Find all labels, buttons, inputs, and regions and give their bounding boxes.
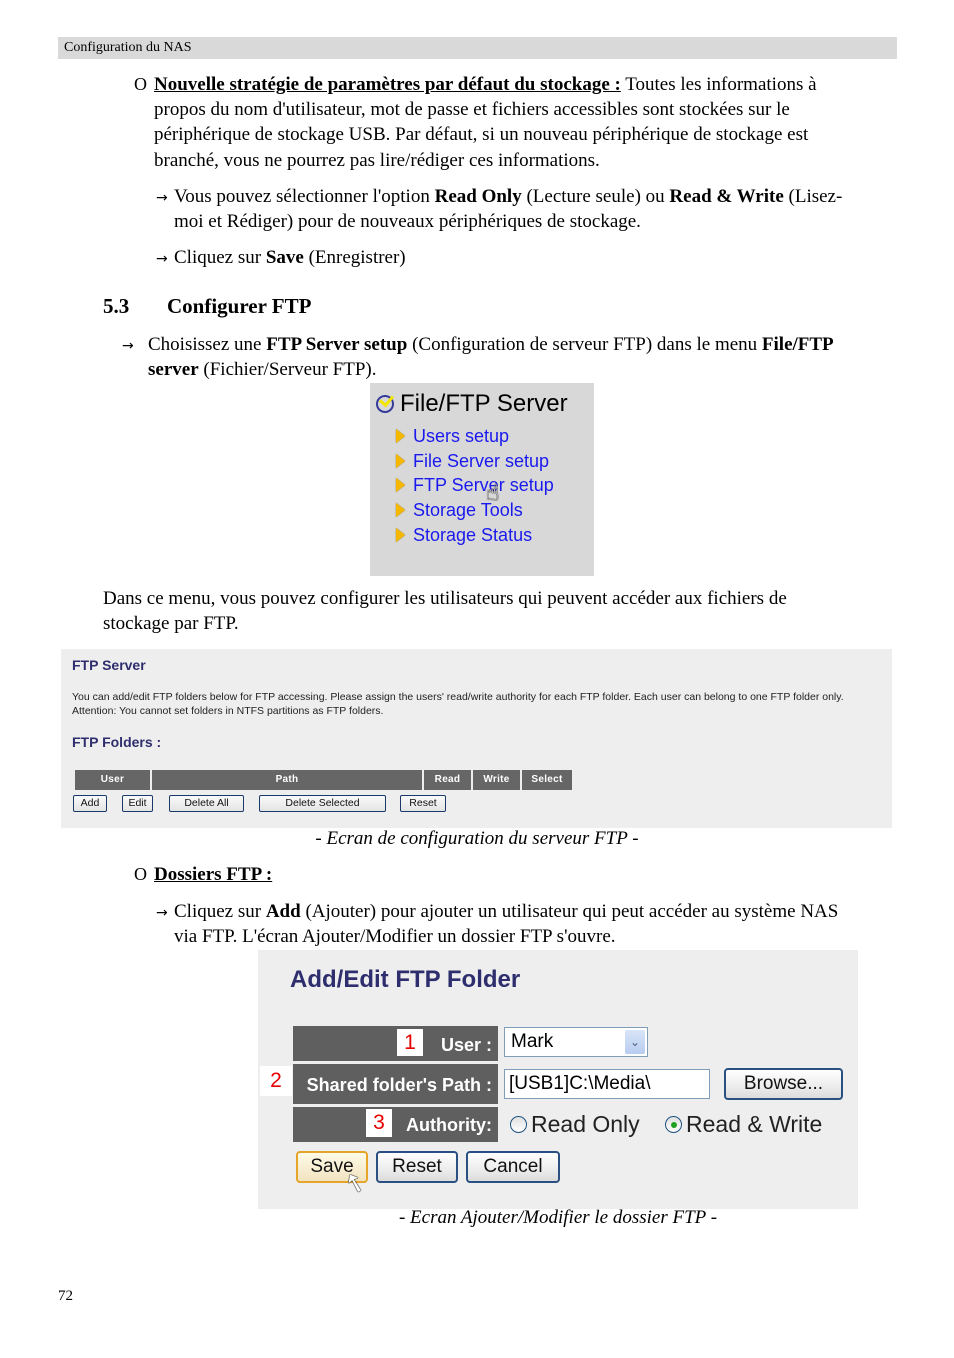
step-badge-3: 3	[366, 1109, 392, 1137]
section-title: Configurer FTP	[167, 294, 312, 318]
dossiers-ftp-heading-line: O Dossiers FTP :	[134, 862, 272, 887]
menu-item-storage-status[interactable]: Storage Status	[396, 524, 532, 546]
arrow-icon: →	[156, 190, 168, 206]
path-label: Shared folder's Path :	[306, 1075, 492, 1095]
ftp-server-description: You can add/edit FTP folders below for F…	[72, 691, 844, 717]
reset-button[interactable]: Reset	[400, 795, 446, 812]
step-badge-2: 2	[260, 1066, 292, 1096]
column-header-user: User	[75, 770, 150, 790]
storage-text-line3: périphérique de stockage USB. Par défaut…	[154, 124, 809, 145]
arrow-icon: →	[122, 338, 134, 354]
page-header: Configuration du NAS	[58, 37, 897, 59]
menu-item-file-server-setup[interactable]: File Server setup	[396, 450, 549, 472]
menu-description-line1: Dans ce menu, vous pouvez configurer les…	[103, 588, 787, 609]
arrow-icon: →	[156, 251, 168, 267]
add-edit-ftp-folder-screen: Add/Edit FTP Folder 1 User : Shared fold…	[258, 950, 858, 1209]
radio-read-write[interactable]: Read & Write	[665, 1111, 822, 1138]
menu-item-users-setup[interactable]: Users setup	[396, 425, 509, 447]
add-edit-ftp-folder-title: Add/Edit FTP Folder	[290, 966, 521, 993]
column-header-path: Path	[152, 770, 422, 790]
menu-title: File/FTP Server	[376, 390, 568, 418]
radio-checked-icon	[665, 1116, 682, 1133]
bullet-icon: O	[134, 864, 147, 884]
add-button[interactable]: Add	[73, 795, 107, 812]
column-header-read: Read	[424, 770, 471, 790]
radio-unchecked-icon	[510, 1116, 527, 1133]
ftp-server-screen: FTP Server You can add/edit FTP folders …	[61, 649, 892, 828]
storage-step-1-line2: moi et Rédiger) pour de nouveaux périphé…	[174, 211, 641, 232]
section-intro-line2: server (Fichier/Serveur FTP).	[148, 359, 377, 380]
edit-button[interactable]: Edit	[122, 795, 153, 812]
ftp-folders-title: FTP Folders :	[72, 734, 162, 750]
browse-button[interactable]: Browse...	[724, 1068, 843, 1100]
shared-folder-path-input[interactable]: [USB1]C:\Media\	[504, 1069, 710, 1099]
section-intro: → Choisissez une FTP Server setup (Config…	[122, 332, 834, 359]
user-label-cell: 1 User :	[293, 1026, 498, 1061]
triangle-bullet-icon	[396, 503, 405, 517]
authority-label-cell: 3 Authority:	[293, 1107, 498, 1142]
add-edit-caption: - Ecran Ajouter/Modifier le dossier FTP …	[398, 1207, 718, 1228]
chevron-down-icon: ⌄	[625, 1030, 645, 1054]
bullet-icon: O	[134, 74, 147, 94]
page-number: 72	[58, 1288, 73, 1304]
ftp-folders-table-header: User Path Read Write Select	[75, 770, 572, 790]
cancel-button[interactable]: Cancel	[466, 1151, 560, 1183]
storage-text-line4: branché, vous ne pourrez pas lire/rédige…	[154, 150, 600, 171]
user-label: User :	[440, 1035, 492, 1055]
storage-strategy-heading: Nouvelle stratégie de paramètres par déf…	[154, 74, 621, 95]
path-label-cell: Shared folder's Path :	[293, 1064, 498, 1104]
ftp-server-caption: - Ecran de configuration du serveur FTP …	[315, 828, 639, 849]
arrow-icon: →	[156, 905, 168, 921]
storage-strategy-paragraph: O Nouvelle stratégie de paramètres par dé…	[134, 74, 817, 95]
column-header-write: Write	[473, 770, 520, 790]
storage-text-line2: propos du nom d'utilisateur, mot de pass…	[154, 99, 790, 120]
file-ftp-server-menu: File/FTP Server Users setup File Server …	[370, 383, 594, 576]
section-number: 5.3	[103, 294, 130, 318]
column-header-select: Select	[522, 770, 572, 790]
triangle-bullet-icon	[396, 528, 405, 542]
check-circle-icon	[376, 395, 394, 413]
dossiers-step: → Cliquez sur Add (Ajouter) pour ajouter …	[156, 899, 838, 926]
step-badge-1: 1	[397, 1029, 423, 1056]
storage-step-1: → Vous pouvez sélectionner l'option Read …	[156, 184, 842, 211]
triangle-bullet-icon	[396, 454, 405, 468]
page-header-title: Configuration du NAS	[64, 40, 192, 55]
dossiers-step-line2: via FTP. L'écran Ajouter/Modifier un dos…	[174, 926, 616, 947]
radio-read-only[interactable]: Read Only	[510, 1111, 640, 1138]
user-select[interactable]: Mark ⌄	[504, 1027, 648, 1057]
menu-item-storage-tools[interactable]: Storage Tools	[396, 499, 523, 521]
menu-description-line2: stockage par FTP.	[103, 613, 239, 634]
delete-selected-button[interactable]: Delete Selected	[259, 795, 386, 812]
triangle-bullet-icon	[396, 429, 405, 443]
triangle-bullet-icon	[396, 478, 405, 492]
reset-button[interactable]: Reset	[376, 1151, 458, 1183]
storage-step-2: → Cliquez sur Save (Enregistrer)	[156, 245, 406, 272]
delete-all-button[interactable]: Delete All	[169, 795, 244, 812]
authority-label: Authority:	[406, 1115, 492, 1135]
hand-cursor-icon: ☝	[486, 481, 500, 506]
dossiers-ftp-heading: Dossiers FTP :	[154, 864, 273, 885]
menu-item-ftp-server-setup[interactable]: FTP Server setup	[396, 474, 554, 496]
ftp-server-title: FTP Server	[72, 657, 146, 673]
